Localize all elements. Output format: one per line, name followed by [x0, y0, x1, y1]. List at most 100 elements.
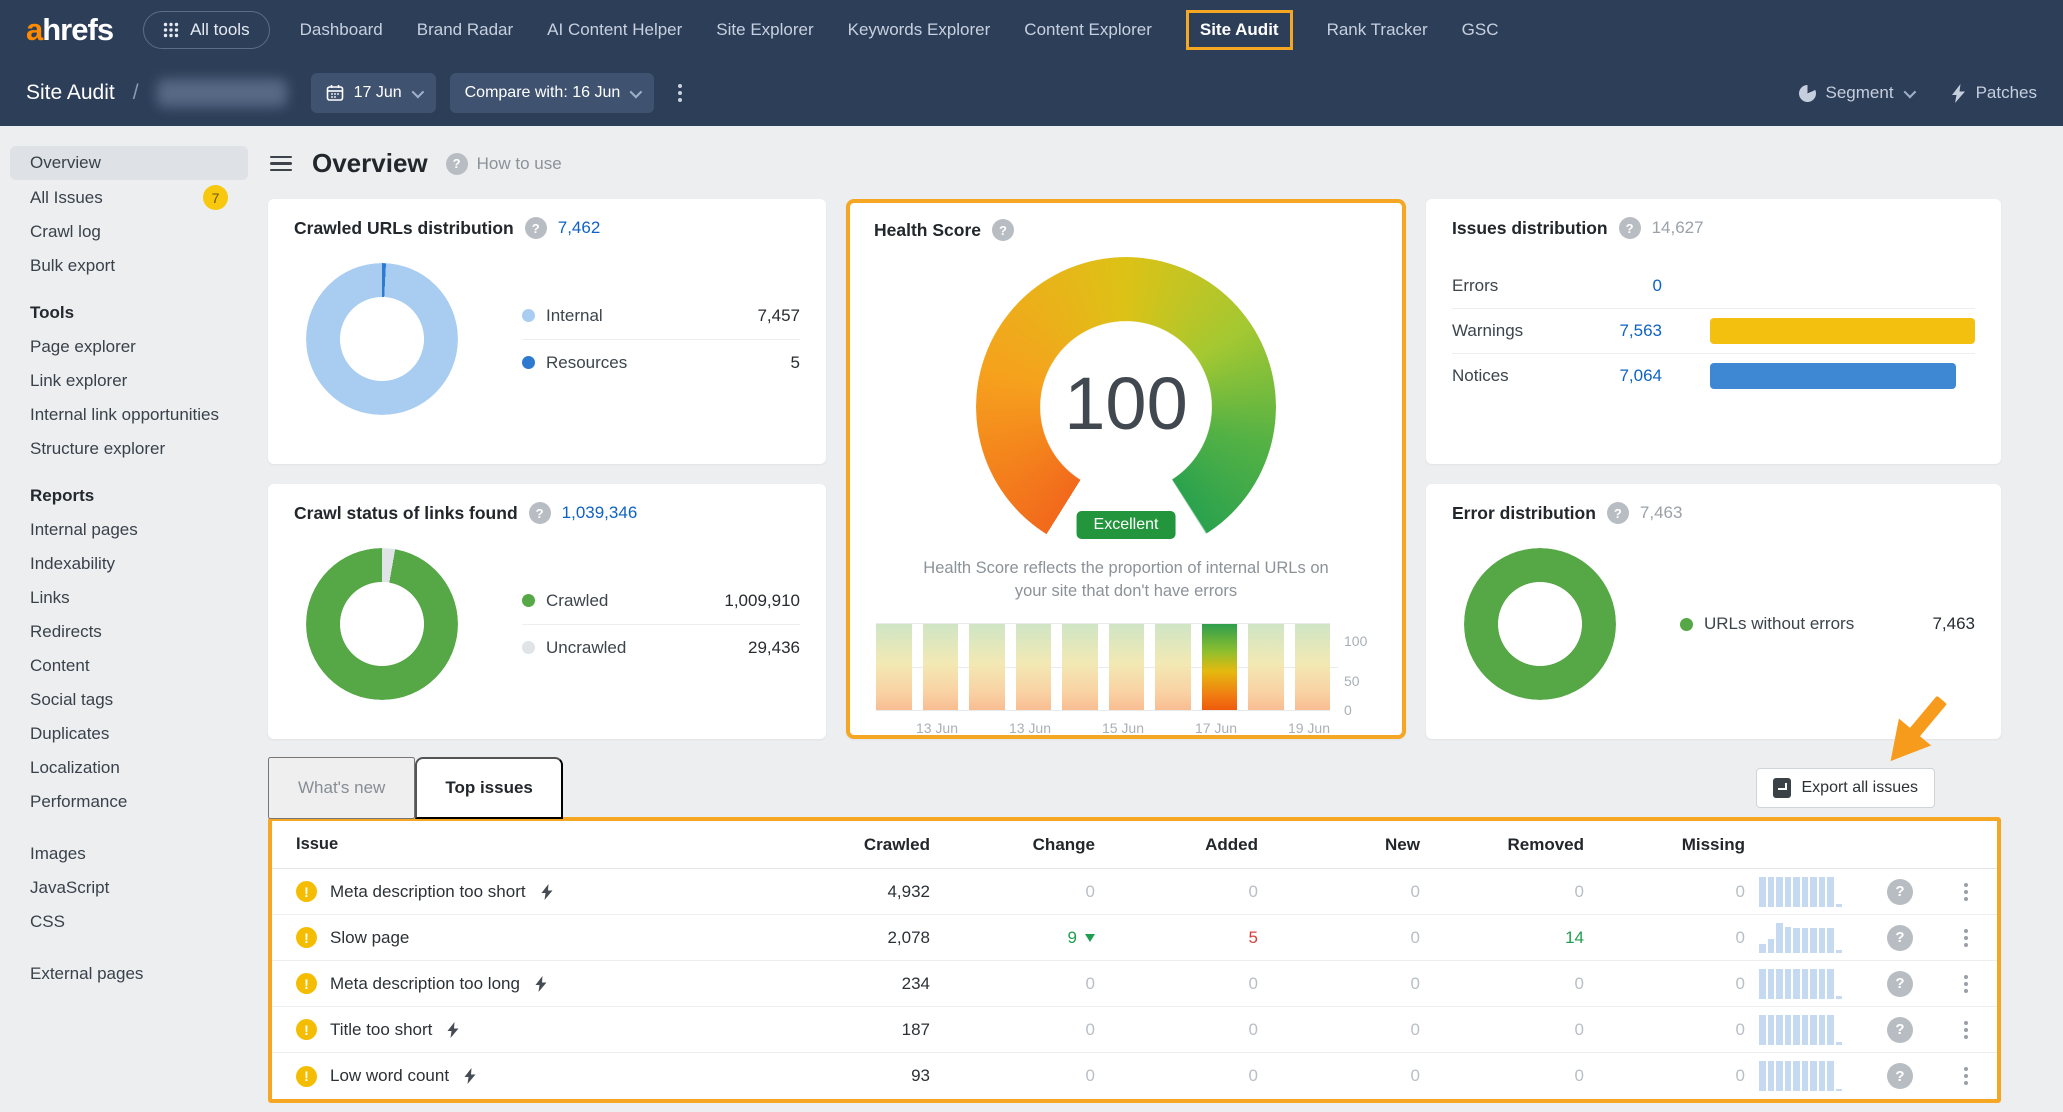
issue-row-meta-description-too-short[interactable]: !Meta description too short4,93200000? [272, 869, 1997, 915]
issue-name[interactable]: Low word count [330, 1066, 449, 1086]
issue-row-low-word-count[interactable]: !Low word count9300000? [272, 1053, 1997, 1099]
sidebar-item-links[interactable]: Links [10, 581, 248, 615]
compare-with-button[interactable]: Compare with: 16 Jun [450, 73, 655, 113]
nav-item-site-audit[interactable]: Site Audit [1186, 10, 1293, 50]
sidebar-item-duplicates[interactable]: Duplicates [10, 717, 248, 751]
nav-item-brand-radar[interactable]: Brand Radar [417, 20, 513, 40]
help-cell: ? [1865, 971, 1935, 997]
crawl-status-total-link[interactable]: 1,039,346 [562, 503, 638, 523]
history-bar [1248, 624, 1284, 710]
sidebar-item-content[interactable]: Content [10, 649, 248, 683]
sidebar-item-page-explorer[interactable]: Page explorer [10, 330, 248, 364]
segment-dropdown[interactable]: Segment [1799, 83, 1913, 103]
row-more-menu[interactable] [1958, 877, 1974, 907]
question-icon[interactable]: ? [1887, 1017, 1913, 1043]
row-more-menu[interactable] [1958, 969, 1974, 999]
sidebar-item-structure-explorer[interactable]: Structure explorer [10, 432, 248, 466]
all-tools-button[interactable]: All tools [143, 11, 270, 49]
sidebar-item-bulk-export[interactable]: Bulk export [10, 249, 248, 283]
hamburger-menu-icon[interactable] [268, 154, 294, 174]
sidebar-item-css[interactable]: CSS [10, 905, 248, 939]
help-icon[interactable]: ? [1619, 217, 1641, 239]
sidebar-item-internal-pages[interactable]: Internal pages [10, 513, 248, 547]
issue-name[interactable]: Meta description too long [330, 974, 520, 994]
sidebar-item-internal-link-opportunities[interactable]: Internal link opportunities [10, 398, 248, 432]
sidebar-section-gap [0, 819, 258, 837]
history-bar [969, 624, 1005, 710]
help-icon[interactable]: ? [1607, 502, 1629, 524]
topnav-items: Dashboard Brand Radar AI Content Helper Sit… [300, 10, 1499, 50]
breadcrumb-root[interactable]: Site Audit [26, 81, 115, 105]
issue-name[interactable]: Slow page [330, 928, 409, 948]
issue-history-histogram [1745, 1061, 1865, 1091]
crawled-urls-total-link[interactable]: 7,462 [558, 218, 601, 238]
issues-row-count-link[interactable]: 7,064 [1570, 366, 1662, 386]
issues-row-count-link[interactable]: 0 [1570, 276, 1662, 296]
nav-item-keywords-explorer[interactable]: Keywords Explorer [848, 20, 991, 40]
histogram-bar [1819, 1061, 1826, 1091]
sidebar-item-label: External pages [30, 962, 143, 986]
sidebar-item-social-tags[interactable]: Social tags [10, 683, 248, 717]
row-more-menu[interactable] [1958, 1015, 1974, 1045]
nav-item-ai-content-helper[interactable]: AI Content Helper [547, 20, 682, 40]
sidebar-item-redirects[interactable]: Redirects [10, 615, 248, 649]
question-icon[interactable]: ? [1887, 879, 1913, 905]
sidebar-item-label: Links [30, 586, 70, 610]
sidebar-item-label: All Issues [30, 186, 103, 210]
sidebar-item-crawl-log[interactable]: Crawl log [10, 215, 248, 249]
removed-value: 0 [1420, 974, 1584, 994]
date-picker-button[interactable]: 17 Jun [311, 73, 436, 113]
warning-icon: ! [296, 1019, 317, 1040]
ahrefs-logo[interactable]: ahrefs [26, 12, 113, 48]
nav-item-dashboard[interactable]: Dashboard [300, 20, 383, 40]
sidebar-item-javascript[interactable]: JavaScript [10, 871, 248, 905]
health-score-description: Health Score reflects the proportion of … [909, 557, 1342, 603]
tab-top-issues[interactable]: Top issues [415, 757, 563, 819]
sidebar-item-link-explorer[interactable]: Link explorer [10, 364, 248, 398]
row-more-menu[interactable] [1958, 923, 1974, 953]
help-icon[interactable]: ? [992, 219, 1014, 241]
issue-row-title-too-short[interactable]: !Title too short18700000? [272, 1007, 1997, 1053]
toolbar-more-menu[interactable] [668, 76, 692, 110]
crawl-status-donut-chart [306, 548, 458, 700]
help-icon[interactable]: ? [529, 502, 551, 524]
history-x-label [1155, 720, 1184, 736]
histogram-bar [1793, 877, 1800, 907]
issue-row-meta-description-too-long[interactable]: !Meta description too long23400000? [272, 961, 1997, 1007]
issues-row-count-link[interactable]: 7,563 [1570, 321, 1662, 341]
column-header-missing: Missing [1584, 835, 1745, 855]
sidebar-item-overview[interactable]: Overview [10, 146, 248, 180]
histogram-bar [1793, 1061, 1800, 1091]
question-icon[interactable]: ? [1887, 971, 1913, 997]
export-all-issues-button[interactable]: Export all issues [1756, 768, 1936, 808]
nav-item-content-explorer[interactable]: Content Explorer [1024, 20, 1152, 40]
sidebar-item-images[interactable]: Images [10, 837, 248, 871]
sidebar-item-indexability[interactable]: Indexability [10, 547, 248, 581]
issues-row-label: Notices [1452, 366, 1570, 386]
nav-item-gsc[interactable]: GSC [1462, 20, 1499, 40]
history-x-label: 13 Jun [916, 720, 958, 736]
nav-item-site-explorer[interactable]: Site Explorer [716, 20, 813, 40]
question-icon[interactable]: ? [1887, 925, 1913, 951]
lightning-icon [541, 884, 553, 900]
how-to-use-link[interactable]: ? How to use [446, 153, 562, 175]
question-icon[interactable]: ? [1887, 1063, 1913, 1089]
column-header-removed: Removed [1420, 835, 1584, 855]
sidebar-item-performance[interactable]: Performance [10, 785, 248, 819]
issue-name[interactable]: Meta description too short [330, 882, 526, 902]
sidebar-item-localization[interactable]: Localization [10, 751, 248, 785]
issue-name-cell: !Meta description too short [296, 881, 765, 902]
row-more-menu[interactable] [1958, 1061, 1974, 1091]
main-panel: Overview ? How to use Crawled URLs distr… [258, 126, 2063, 1112]
issue-row-slow-page[interactable]: !Slow page2,078950140? [272, 915, 1997, 961]
patches-link[interactable]: Patches [1951, 83, 2037, 103]
project-name-redacted[interactable] [157, 79, 287, 107]
sidebar-item-all-issues[interactable]: All Issues7 [10, 180, 248, 215]
help-icon[interactable]: ? [525, 217, 547, 239]
nav-item-rank-tracker[interactable]: Rank Tracker [1327, 20, 1428, 40]
issues-row-warnings: Warnings7,563 [1452, 308, 1975, 353]
export-all-issues-label: Export all issues [1802, 779, 1919, 797]
tab-what-s-new[interactable]: What's new [268, 757, 415, 819]
issue-name[interactable]: Title too short [330, 1020, 432, 1040]
sidebar-item-external-pages[interactable]: External pages [10, 957, 248, 991]
